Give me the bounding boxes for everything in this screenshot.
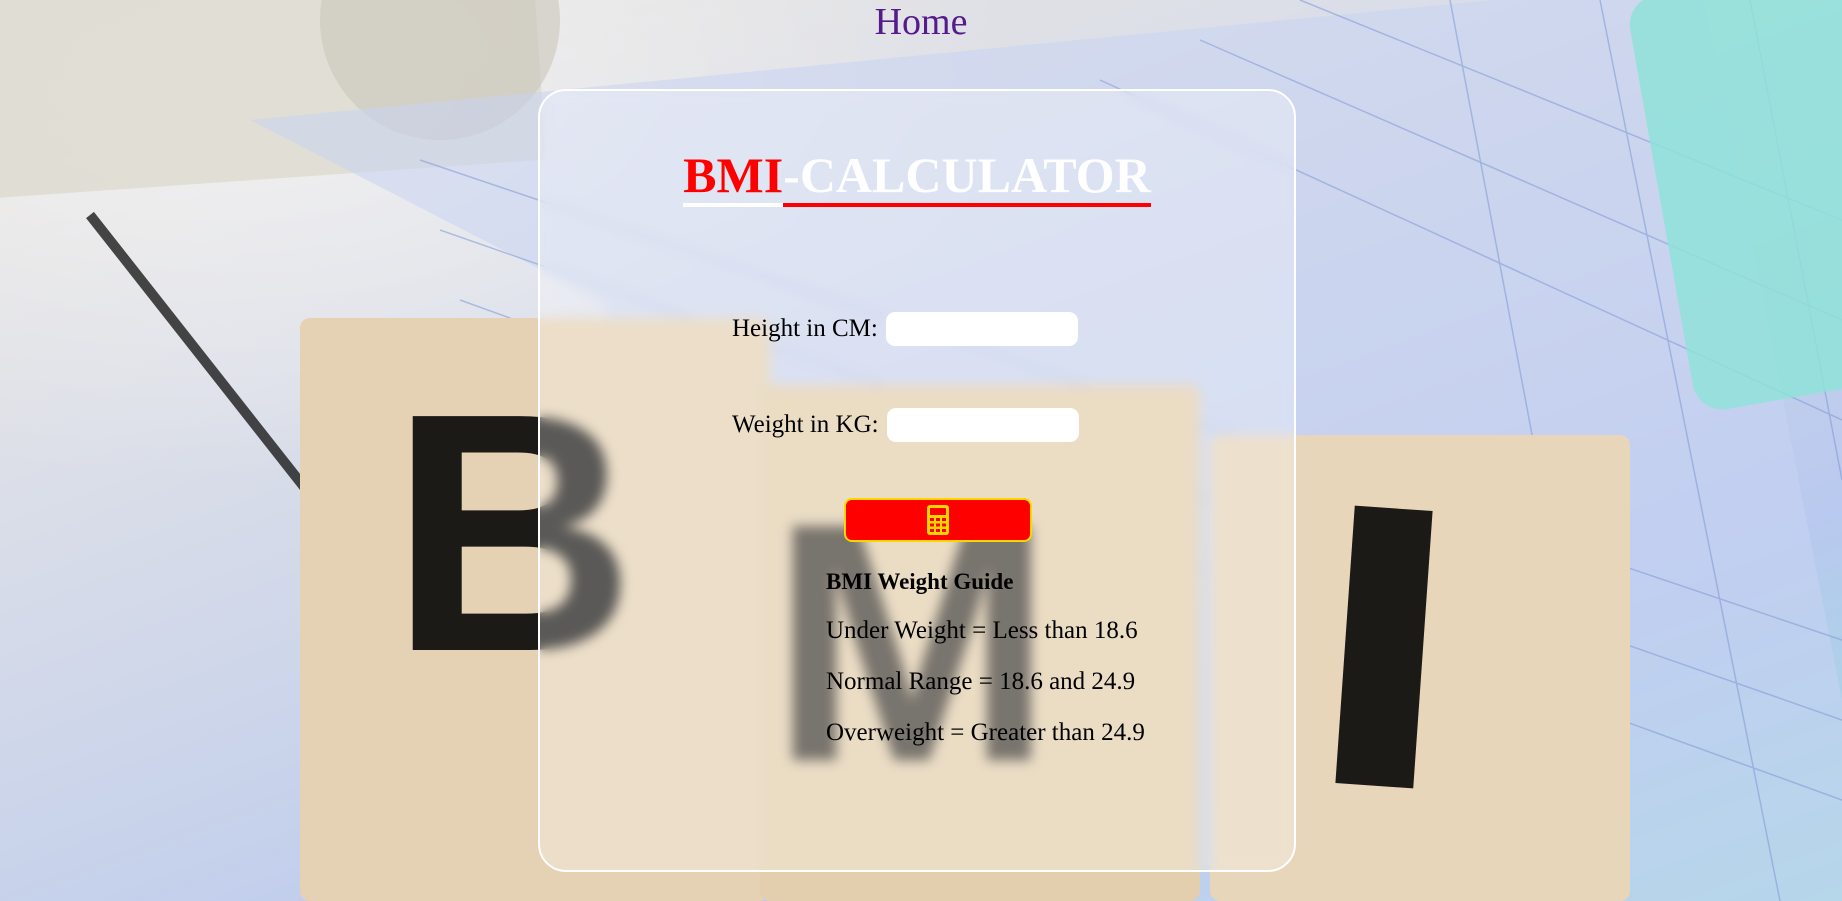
bmi-guide: BMI Weight Guide Under Weight = Less tha…: [826, 569, 1145, 770]
weight-input[interactable]: [886, 408, 1079, 442]
calculate-button[interactable]: [844, 498, 1032, 542]
height-input[interactable]: [885, 312, 1078, 346]
guide-overweight: Overweight = Greater than 24.9: [826, 719, 1145, 746]
home-link[interactable]: Home: [0, 0, 1842, 44]
height-row: Height in CM:: [732, 312, 1078, 346]
bmi-calculator-card: BMI-CALCULATOR Height in CM: Weight in K…: [538, 89, 1296, 872]
guide-underweight: Under Weight = Less than 18.6: [826, 617, 1138, 644]
page-title: BMI-CALCULATOR: [540, 143, 1294, 207]
title-accent: BMI: [683, 147, 784, 207]
calculator-icon: [927, 505, 949, 535]
height-label: Height in CM:: [732, 315, 878, 342]
weight-row: Weight in KG:: [732, 408, 1079, 442]
title-main: -CALCULATOR: [783, 147, 1151, 207]
weight-label: Weight in KG:: [732, 411, 879, 438]
guide-normal: Normal Range = 18.6 and 24.9: [826, 668, 1136, 695]
guide-title: BMI Weight Guide: [826, 569, 1014, 594]
